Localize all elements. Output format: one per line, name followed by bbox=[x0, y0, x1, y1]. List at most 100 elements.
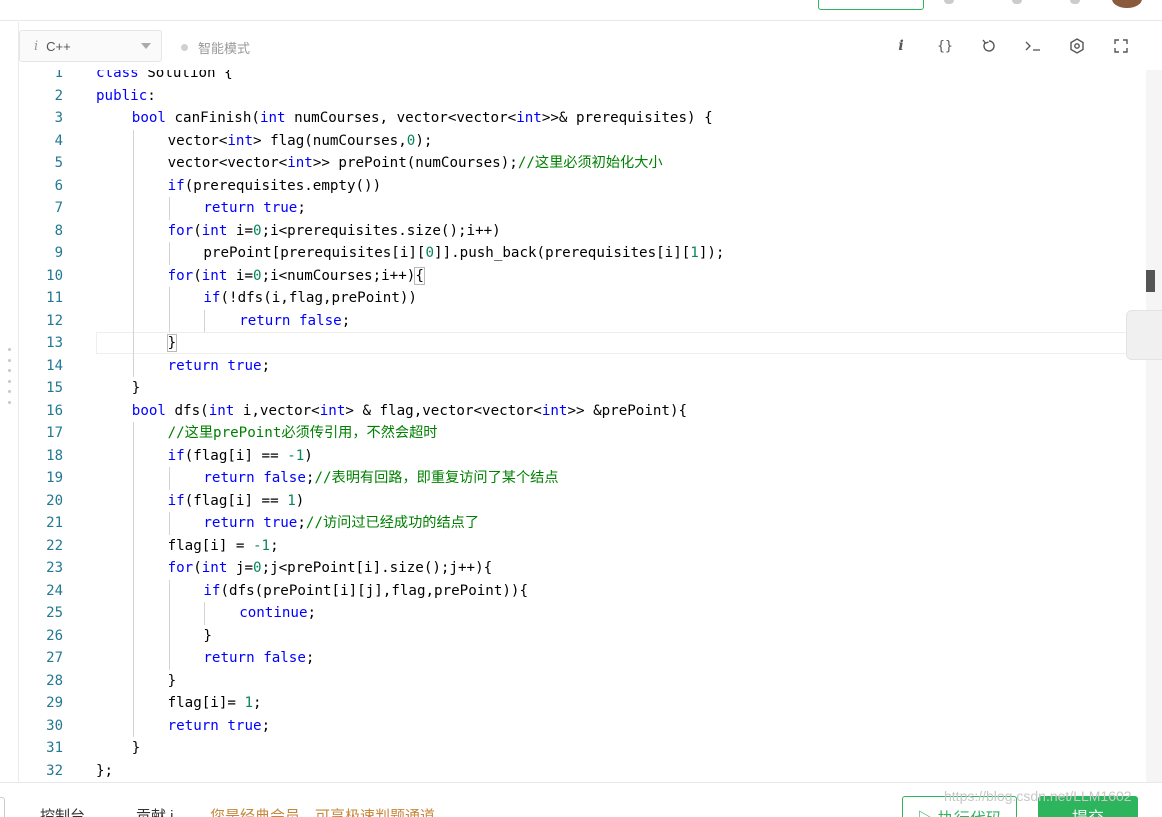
collapse-tab[interactable] bbox=[0, 797, 5, 817]
avatar[interactable] bbox=[1112, 0, 1142, 8]
code-line[interactable]: 29 flag[i]= 1; bbox=[19, 692, 1147, 715]
line-number: 8 bbox=[54, 222, 63, 239]
code-number: 0 bbox=[253, 560, 262, 576]
code-line[interactable]: 19 return false;//表明有回路，即重复访问了某个结点 bbox=[19, 467, 1147, 490]
code-keyword: return bbox=[203, 200, 255, 216]
code-comment: //这里prePoint必须传引用，不然会超时 bbox=[167, 425, 438, 441]
settings-icon[interactable] bbox=[1055, 34, 1099, 58]
line-number: 15 bbox=[46, 380, 63, 396]
indent-guide bbox=[168, 242, 170, 265]
code-token: ; bbox=[253, 695, 262, 711]
side-float-button[interactable] bbox=[1126, 310, 1162, 360]
code-token: dfs( bbox=[165, 402, 209, 419]
code-line[interactable]: 7 return true; bbox=[19, 197, 1147, 220]
code-line[interactable]: 21 return true;//访问过已经成功的结点了 bbox=[19, 512, 1147, 535]
indent-guide bbox=[204, 602, 206, 625]
code-text: //这里prePoint必须传引用，不然会超时 bbox=[168, 422, 438, 445]
code-number: 1 bbox=[690, 245, 699, 261]
code-comment: //这里必须初始化大小 bbox=[517, 155, 663, 171]
code-editor[interactable]: 1 class Solution {2 public: 3 bool canFinish… bbox=[18, 70, 1147, 782]
indent-guide bbox=[132, 692, 134, 715]
terminal-icon[interactable] bbox=[1011, 34, 1055, 58]
code-line[interactable]: 17 //这里prePoint必须传引用，不然会超时 bbox=[19, 422, 1147, 445]
indent-guide bbox=[132, 467, 134, 490]
code-keyword: false bbox=[263, 650, 306, 666]
code-text: } bbox=[132, 377, 141, 400]
language-select[interactable]: i C++ bbox=[19, 30, 162, 62]
indent-guide bbox=[132, 219, 134, 242]
code-line[interactable]: 4 vector<int> flag(numCourses,0); bbox=[19, 130, 1147, 153]
code-line[interactable]: 32}; bbox=[19, 760, 1147, 783]
code-line[interactable]: 23 for(int j=0;j<prePoint[i].size();j++){ bbox=[19, 557, 1147, 580]
code-token: } bbox=[131, 740, 141, 756]
code-keyword: true bbox=[263, 200, 298, 216]
code-line[interactable]: 28} bbox=[19, 670, 1147, 693]
code-text: public: bbox=[96, 85, 156, 108]
code-line[interactable]: 9 prePoint[prerequisites[i][0]].push_back… bbox=[19, 242, 1147, 265]
code-token: vector<vector< bbox=[167, 155, 288, 171]
code-keyword: true bbox=[227, 717, 262, 734]
info-icon[interactable]: i bbox=[879, 34, 923, 58]
indent-guide bbox=[168, 197, 170, 220]
reset-icon[interactable] bbox=[967, 34, 1011, 58]
code-line[interactable]: 15} bbox=[19, 377, 1147, 400]
code-keyword: int bbox=[516, 110, 542, 126]
code-line[interactable]: 18 if(flag[i] == -1) bbox=[19, 445, 1147, 468]
code-line[interactable]: 27 return false; bbox=[19, 647, 1147, 670]
scrollbar-thumb[interactable] bbox=[1146, 270, 1155, 292]
code-line[interactable]: 8 for(int i=0;i<prerequisites.size();i++) bbox=[19, 220, 1147, 243]
editor-scrollbar[interactable] bbox=[1146, 70, 1162, 782]
code-token: (flag[i] == bbox=[184, 447, 288, 464]
code-text: prePoint[prerequisites[i][0]].push_back(… bbox=[203, 242, 724, 265]
indent-guide bbox=[168, 512, 170, 535]
code-line[interactable]: 24 if(dfs(prePoint[i][j],flag,prePoint)){ bbox=[19, 580, 1147, 603]
indent-guide bbox=[168, 624, 170, 647]
code-line[interactable]: 14 return true; bbox=[19, 355, 1147, 378]
code-line[interactable]: 3 bool canFinish(int numCourses, vector<v… bbox=[19, 107, 1147, 130]
code-line[interactable]: 25 continue; bbox=[19, 602, 1147, 625]
code-keyword: int bbox=[201, 222, 228, 239]
code-line[interactable]: 5 vector<vector<int>> prePoint(numCourses… bbox=[19, 152, 1147, 175]
code-token: ; bbox=[307, 605, 317, 621]
code-line[interactable]: 31} bbox=[19, 737, 1147, 760]
code-line[interactable]: 16 bool dfs(int i,vector<int> & flag,vect… bbox=[19, 400, 1147, 423]
member-notice[interactable]: 您是经典会员，可享极速判题通道 bbox=[210, 805, 435, 817]
code-line[interactable]: 30 return true; bbox=[19, 715, 1147, 738]
code-keyword: true bbox=[227, 357, 262, 374]
top-green-button[interactable] bbox=[818, 0, 924, 10]
line-number: 28 bbox=[46, 672, 63, 689]
console-tab[interactable]: 控制台 bbox=[40, 805, 85, 817]
contribute-link[interactable]: 贡献 i bbox=[136, 805, 174, 817]
indent-guide bbox=[132, 422, 134, 445]
code-text: if(prerequisites.empty()) bbox=[168, 175, 382, 198]
top-icon-3[interactable] bbox=[1070, 0, 1080, 4]
fullscreen-icon[interactable] bbox=[1099, 34, 1143, 58]
line-number: 23 bbox=[46, 560, 63, 576]
code-line[interactable]: 1 class Solution { bbox=[19, 70, 1147, 85]
code-line[interactable]: 22 flag[i] = -1; bbox=[19, 535, 1147, 558]
line-number: 26 bbox=[46, 627, 63, 644]
line-number: 30 bbox=[46, 717, 63, 734]
code-text: for(int i=0;i<prerequisites.size();i++) bbox=[168, 220, 501, 243]
indent-guide bbox=[168, 647, 170, 670]
code-line[interactable]: 26} bbox=[19, 625, 1147, 648]
drag-handle[interactable] bbox=[8, 348, 12, 404]
top-icon-1[interactable] bbox=[944, 0, 954, 4]
line-number: 29 bbox=[46, 695, 63, 711]
smart-mode-toggle[interactable]: 智能模式 bbox=[181, 38, 250, 57]
code-keyword: if bbox=[167, 492, 185, 509]
top-icon-2[interactable] bbox=[1012, 0, 1022, 4]
code-line[interactable]: 20 if(flag[i] == 1) bbox=[19, 490, 1147, 513]
code-line[interactable]: 2 public: bbox=[19, 85, 1147, 108]
code-line[interactable]: 12 return false; bbox=[19, 310, 1147, 333]
indent-guide bbox=[168, 602, 170, 625]
code-line[interactable]: 11 if(!dfs(i,flag,prePoint)) bbox=[19, 287, 1147, 310]
indent-guide bbox=[132, 129, 134, 152]
code-line[interactable]: 10 for(int i=0;i<numCourses;i++){ bbox=[19, 265, 1147, 288]
code-text: flag[i] = -1; bbox=[168, 535, 279, 558]
braces-icon[interactable]: {} bbox=[923, 34, 967, 58]
code-token: >> prePoint(numCourses); bbox=[312, 155, 518, 171]
code-line[interactable]: 13} bbox=[19, 332, 1147, 355]
code-line[interactable]: 6 if(prerequisites.empty()) bbox=[19, 175, 1147, 198]
code-token: ;j<prePoint[i].size();j++){ bbox=[261, 560, 493, 576]
